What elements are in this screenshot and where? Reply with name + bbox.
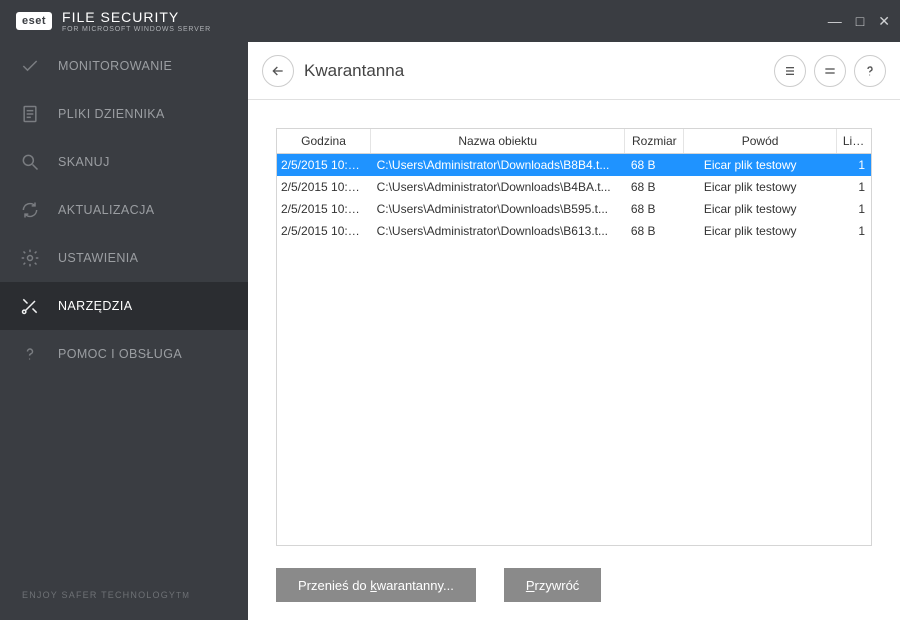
cell-reason: Eicar plik testowy [684, 176, 837, 198]
list-icon [782, 63, 798, 79]
cell-name: C:\Users\Administrator\Downloads\B8B4.t.… [371, 154, 625, 177]
cell-reason: Eicar plik testowy [684, 198, 837, 220]
cell-size: 68 B [625, 220, 684, 242]
restore-button[interactable]: Przywróć [504, 568, 601, 602]
cell-time: 2/5/2015 10:14... [277, 220, 371, 242]
cell-size: 68 B [625, 198, 684, 220]
app-body: MONITOROWANIE PLIKI DZIENNIKA SKANUJ AKT… [0, 42, 900, 620]
question-icon [862, 63, 878, 79]
sidebar-item-tools[interactable]: NARZĘDZIA [0, 282, 248, 330]
arrow-left-icon [270, 63, 286, 79]
search-icon [20, 152, 40, 172]
table-body: 2/5/2015 10:14...C:\Users\Administrator\… [277, 154, 871, 243]
checkmark-icon [20, 56, 40, 76]
cell-name: C:\Users\Administrator\Downloads\B613.t.… [371, 220, 625, 242]
cell-name: C:\Users\Administrator\Downloads\B4BA.t.… [371, 176, 625, 198]
help-button[interactable] [854, 55, 886, 87]
col-time-header[interactable]: Godzina [277, 129, 371, 154]
close-button[interactable]: ✕ [878, 13, 890, 30]
cell-time: 2/5/2015 10:14... [277, 198, 371, 220]
table-empty-space [277, 242, 871, 545]
table-header-row: Godzina Nazwa obiektu Rozmiar Powód Lic.… [277, 129, 871, 154]
minimize-button[interactable]: — [828, 13, 842, 30]
col-size-header[interactable]: Rozmiar [625, 129, 684, 154]
app-title: FILE SECURITY [62, 10, 211, 24]
back-button[interactable] [262, 55, 294, 87]
cell-size: 68 B [625, 154, 684, 177]
footer-tm: TM [176, 591, 190, 600]
sidebar-item-label: MONITOROWANIE [58, 59, 172, 73]
brand-text: FILE SECURITY FOR MICROSOFT WINDOWS SERV… [62, 10, 211, 33]
cell-reason: Eicar plik testowy [684, 154, 837, 177]
app-subtitle: FOR MICROSOFT WINDOWS SERVER [62, 26, 211, 33]
sidebar-item-label: AKTUALIZACJA [58, 203, 155, 217]
sidebar-item-label: USTAWIENIA [58, 251, 138, 265]
sidebar-item-help[interactable]: POMOC I OBSŁUGA [0, 330, 248, 378]
cell-count: 1 [836, 220, 871, 242]
quarantine-table: Godzina Nazwa obiektu Rozmiar Powód Lic.… [276, 128, 872, 546]
cell-name: C:\Users\Administrator\Downloads\B595.t.… [371, 198, 625, 220]
toolbar-actions [774, 55, 886, 87]
gear-icon [20, 248, 40, 268]
action-bar: Przenieś do kwarantanny... Przywróć [276, 546, 872, 602]
sidebar-item-logs[interactable]: PLIKI DZIENNIKA [0, 90, 248, 138]
table-row[interactable]: 2/5/2015 10:14...C:\Users\Administrator\… [277, 176, 871, 198]
page-title: Kwarantanna [304, 61, 404, 81]
table-row[interactable]: 2/5/2015 10:14...C:\Users\Administrator\… [277, 220, 871, 242]
col-count-header[interactable]: Lic... [836, 129, 871, 154]
compact-view-button[interactable] [814, 55, 846, 87]
sidebar-item-label: NARZĘDZIA [58, 299, 132, 313]
sidebar-item-label: PLIKI DZIENNIKA [58, 107, 165, 121]
sidebar-item-label: SKANUJ [58, 155, 110, 169]
sidebar-item-monitoring[interactable]: MONITOROWANIE [0, 42, 248, 90]
brand-badge: eset [16, 12, 52, 30]
content-area: Godzina Nazwa obiektu Rozmiar Powód Lic.… [248, 100, 900, 620]
table-row[interactable]: 2/5/2015 10:14...C:\Users\Administrator\… [277, 154, 871, 177]
list-view-button[interactable] [774, 55, 806, 87]
data-table: Godzina Nazwa obiektu Rozmiar Powód Lic.… [277, 129, 871, 242]
move-to-quarantine-button[interactable]: Przenieś do kwarantanny... [276, 568, 476, 602]
file-icon [20, 104, 40, 124]
sidebar: MONITOROWANIE PLIKI DZIENNIKA SKANUJ AKT… [0, 42, 248, 620]
app-window: eset FILE SECURITY FOR MICROSOFT WINDOWS… [0, 0, 900, 620]
main-panel: Kwarantanna [248, 42, 900, 620]
table-row[interactable]: 2/5/2015 10:14...C:\Users\Administrator\… [277, 198, 871, 220]
cell-reason: Eicar plik testowy [684, 220, 837, 242]
toolbar: Kwarantanna [248, 42, 900, 100]
cell-time: 2/5/2015 10:14... [277, 176, 371, 198]
title-bar: eset FILE SECURITY FOR MICROSOFT WINDOWS… [0, 0, 900, 42]
maximize-button[interactable]: □ [856, 13, 864, 30]
cell-time: 2/5/2015 10:14... [277, 154, 371, 177]
footer-text: ENJOY SAFER TECHNOLOGY [22, 590, 176, 600]
cell-count: 1 [836, 176, 871, 198]
sidebar-item-scan[interactable]: SKANUJ [0, 138, 248, 186]
sidebar-footer: ENJOY SAFER TECHNOLOGYTM [0, 570, 248, 620]
sidebar-item-update[interactable]: AKTUALIZACJA [0, 186, 248, 234]
col-reason-header[interactable]: Powód [684, 129, 837, 154]
cell-count: 1 [836, 198, 871, 220]
cell-count: 1 [836, 154, 871, 177]
cell-size: 68 B [625, 176, 684, 198]
question-icon [20, 344, 40, 364]
window-controls: — □ ✕ [828, 13, 890, 30]
sidebar-item-label: POMOC I OBSŁUGA [58, 347, 182, 361]
tools-icon [20, 296, 40, 316]
rows-icon [822, 63, 838, 79]
sidebar-item-settings[interactable]: USTAWIENIA [0, 234, 248, 282]
col-name-header[interactable]: Nazwa obiektu [371, 129, 625, 154]
refresh-icon [20, 200, 40, 220]
